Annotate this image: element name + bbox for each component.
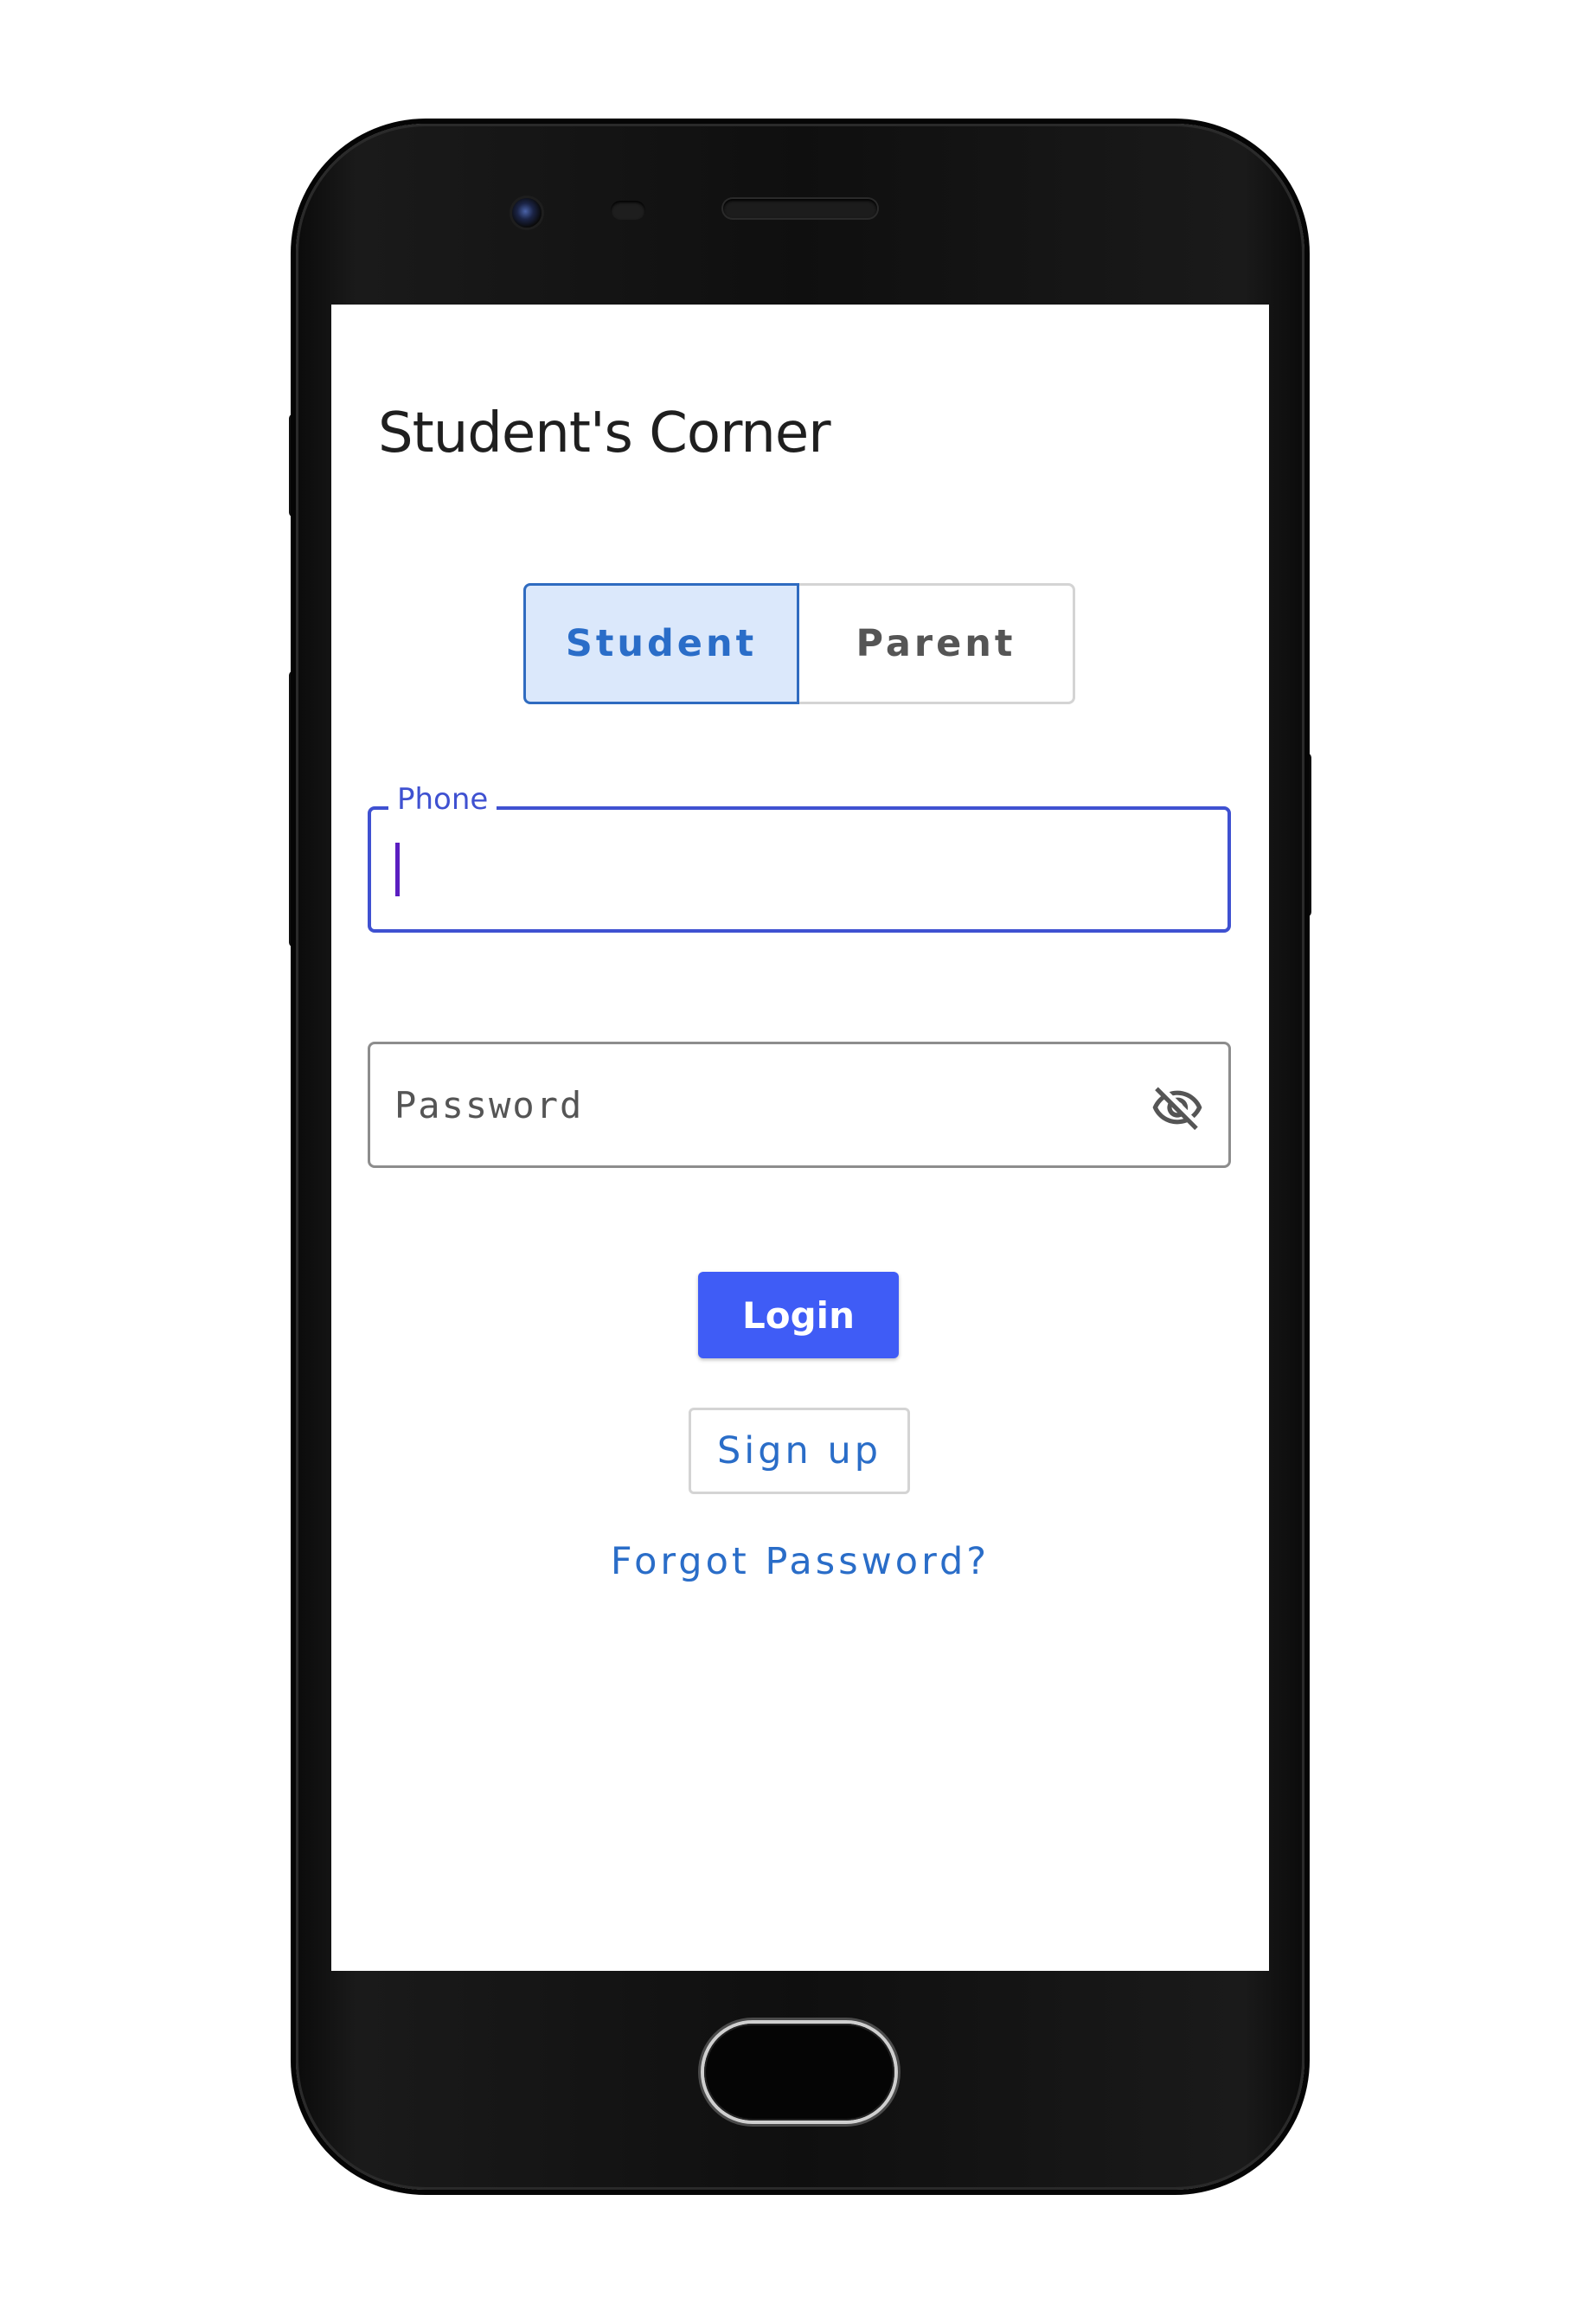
front-camera-icon [512,198,542,228]
phone-input[interactable] [394,827,1172,914]
proximity-sensor-icon [611,201,645,220]
tab-parent[interactable]: Parent [799,583,1075,704]
home-button[interactable] [704,2024,894,2121]
eye-off-icon[interactable] [1151,1081,1204,1134]
role-toggle: Student Parent [523,583,1075,704]
login-button[interactable]: Login [698,1272,899,1358]
phone-field[interactable]: Phone [368,782,1231,933]
app-screen: Student's Corner Student Parent Phone Lo… [331,305,1269,1971]
page-title: Student's Corner [378,401,830,465]
device-mockup: Student's Corner Student Parent Phone Lo… [0,0,1596,2310]
earpiece-speaker [723,199,877,218]
tab-student[interactable]: Student [523,583,799,704]
text-caret [395,843,400,896]
password-input[interactable] [394,1062,1138,1148]
forgot-password-link[interactable]: Forgot Password? [331,1540,1269,1583]
signup-button[interactable]: Sign up [689,1408,910,1494]
phone-label: Phone [388,782,497,817]
password-field[interactable] [368,1042,1231,1168]
